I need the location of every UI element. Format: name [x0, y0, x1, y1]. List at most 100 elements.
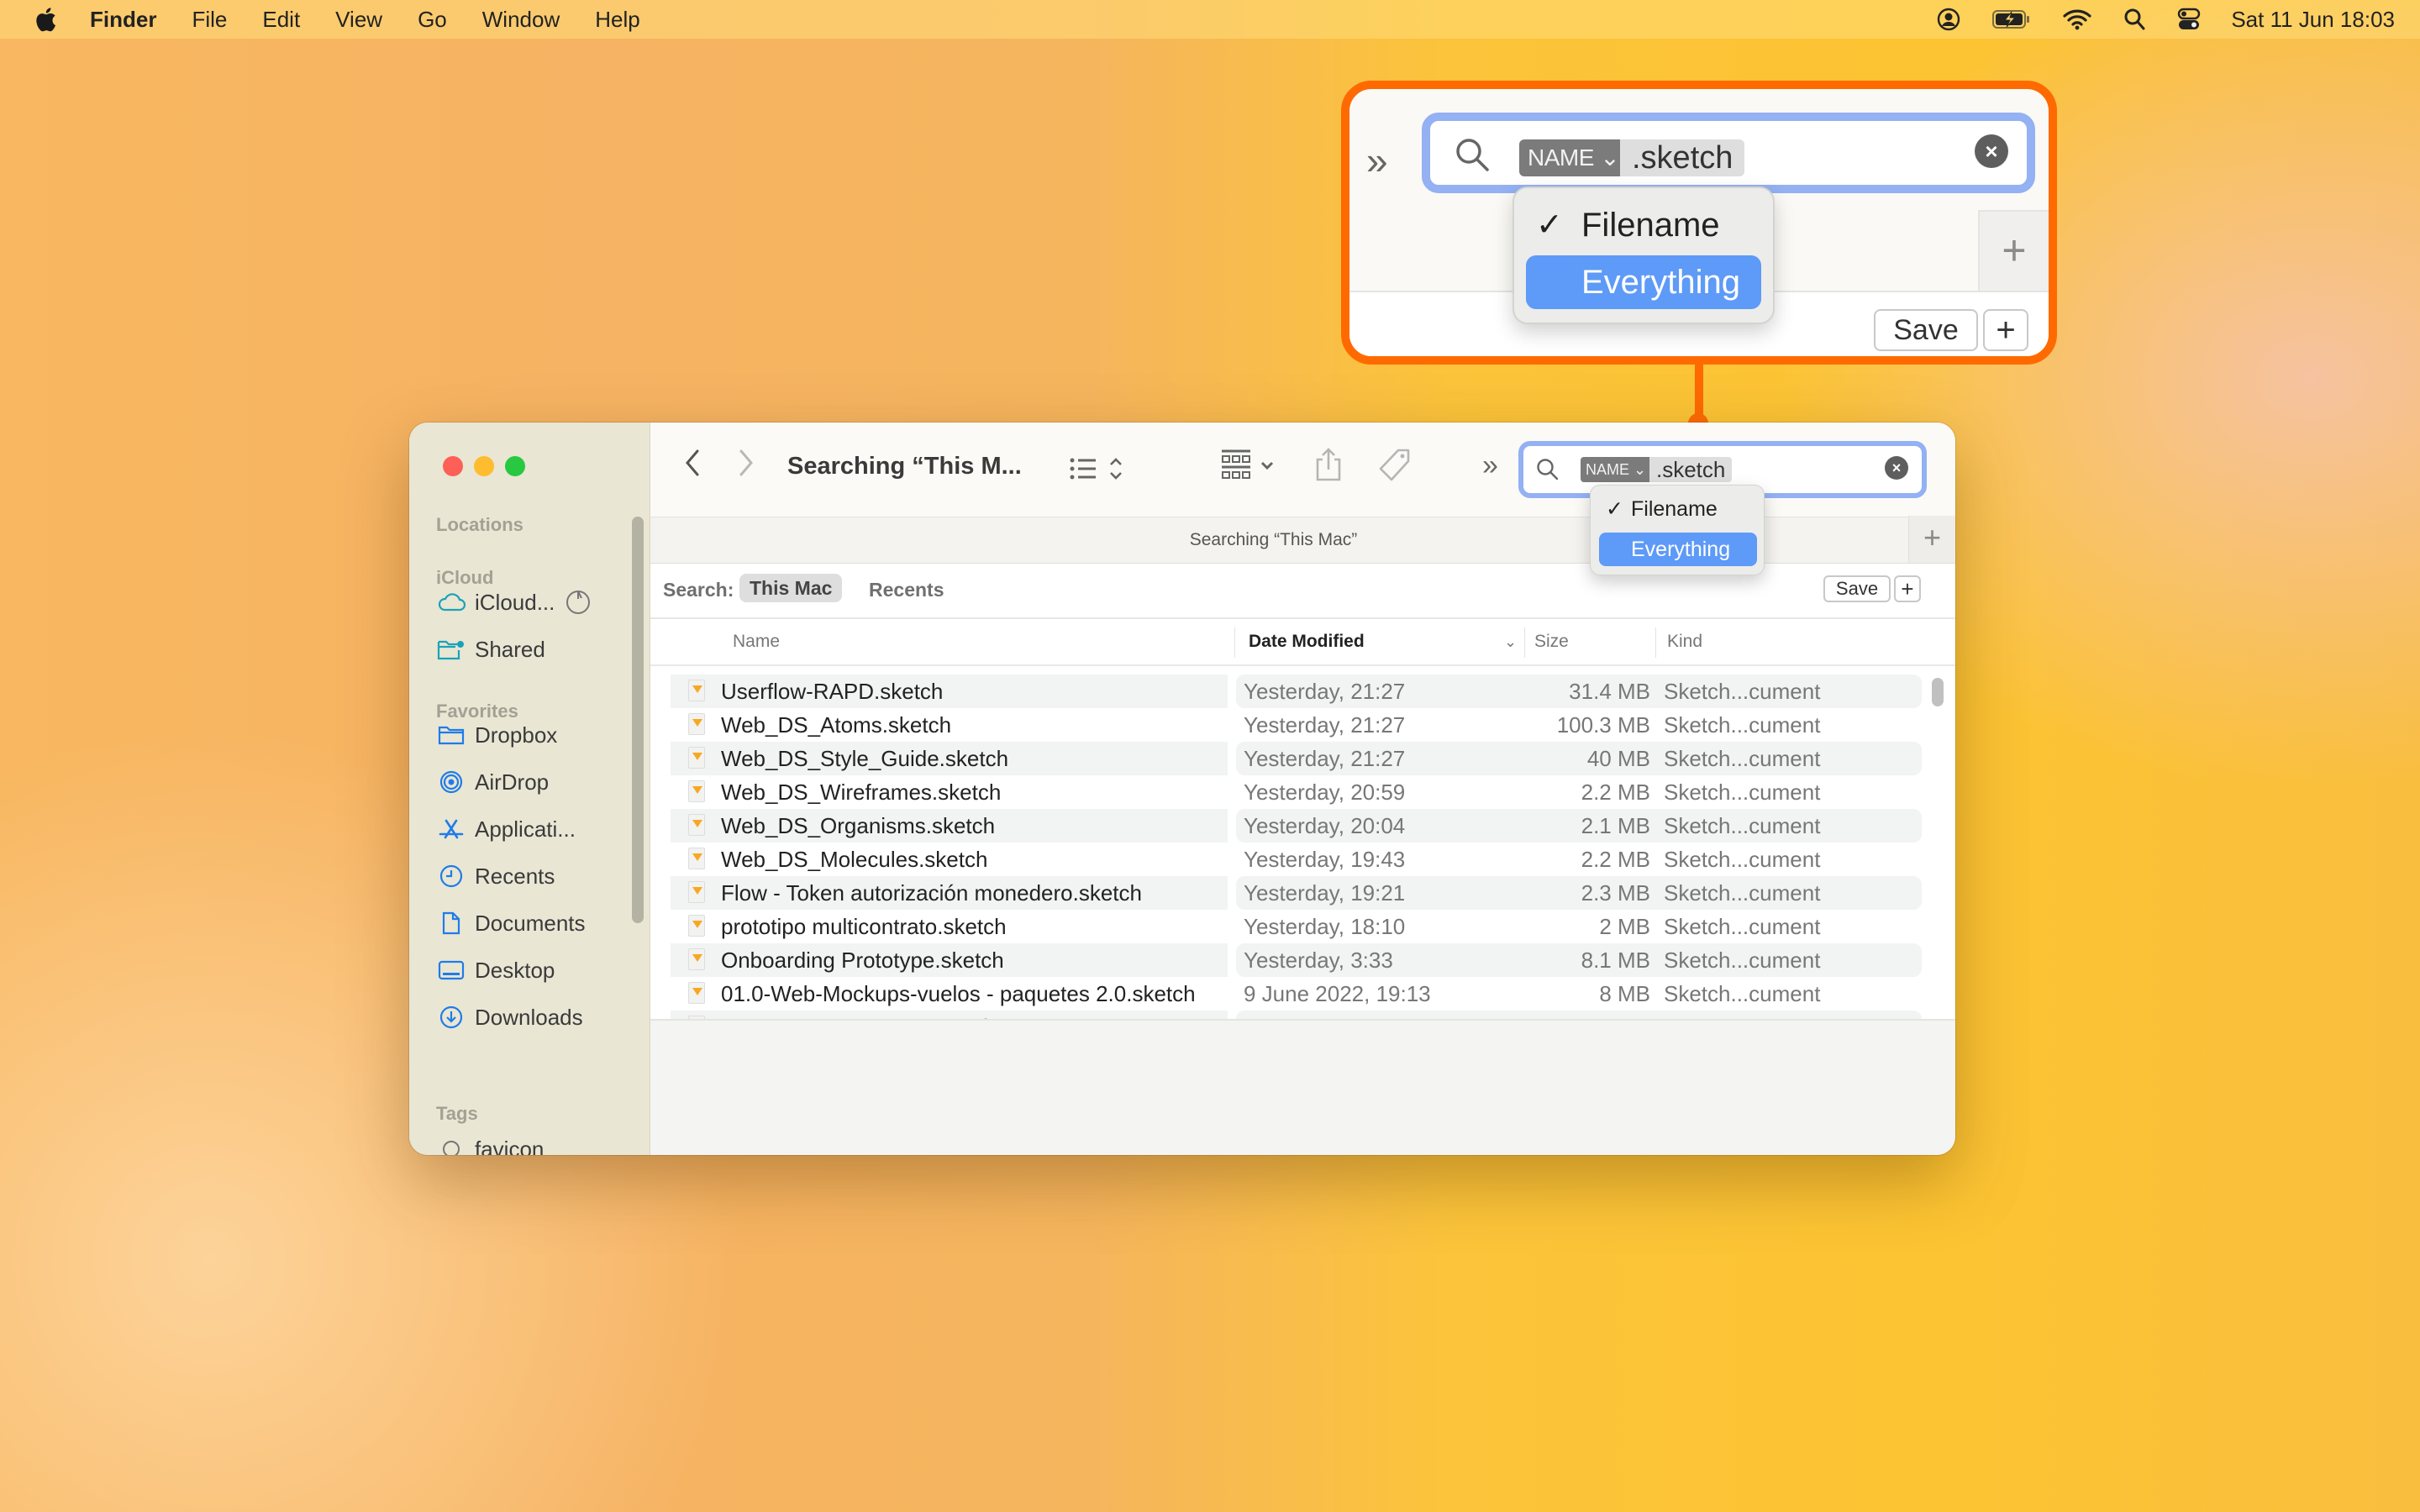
file-size: 100.3 MB	[1556, 712, 1650, 738]
tag-button[interactable]	[1378, 448, 1412, 487]
file-row[interactable]: Flow paquetes hotel específico.sketch 9 J…	[650, 1011, 1955, 1019]
file-kind: Sketch...cument	[1664, 981, 1821, 1006]
file-row[interactable]: prototipo multicontrato.sketch Yesterday,…	[650, 910, 1955, 943]
icloud-icon	[436, 590, 466, 615]
file-row[interactable]: Userflow-RAPD.sketch Yesterday, 21:27 31.4…	[650, 675, 1955, 708]
sketch-file-icon	[688, 848, 705, 869]
chevron-down-icon: ⌄	[1600, 144, 1620, 171]
menu-app-finder[interactable]: Finder	[90, 0, 156, 39]
scope-this-mac-button[interactable]: This Mac	[739, 574, 843, 602]
column-separator[interactable]	[1234, 627, 1235, 658]
clear-search-icon: ×	[1975, 134, 2008, 168]
callout-menu-option-filename: ✓ Filename	[1526, 198, 1761, 252]
callout-add-criteria-button: +	[1983, 309, 2028, 351]
spotlight-search-icon[interactable]	[2123, 8, 2145, 31]
checkmark-icon: ✓	[1536, 207, 1563, 243]
file-date-modified: Yesterday, 21:27	[1244, 746, 1406, 771]
sidebar-item-shared[interactable]: Shared	[436, 633, 629, 666]
control-center-icon[interactable]	[2177, 8, 2201, 31]
status-bar	[650, 1019, 1955, 1155]
file-name: Flow paquetes hotel específico.sketch	[721, 1011, 1090, 1019]
sidebar-item-dropbox[interactable]: Dropbox	[436, 718, 629, 752]
file-row[interactable]: Web_DS_Wireframes.sketch Yesterday, 20:59…	[650, 775, 1955, 809]
column-header-kind[interactable]: Kind	[1667, 619, 1702, 664]
user-account-icon[interactable]	[1937, 8, 1960, 31]
file-list: Userflow-RAPD.sketch Yesterday, 21:27 31.4…	[650, 666, 1955, 1019]
minimize-window-button[interactable]	[474, 456, 494, 476]
file-kind: Sketch...cument	[1664, 914, 1821, 939]
menu-option-filename[interactable]: ✓ Filename	[1599, 492, 1757, 526]
file-date-modified: 9 June 2022, 19:13	[1244, 981, 1431, 1006]
file-date-modified: Yesterday, 20:59	[1244, 780, 1406, 805]
file-row[interactable]: Onboarding Prototype.sketch Yesterday, 3:…	[650, 943, 1955, 977]
file-row[interactable]: Web_DS_Organisms.sketch Yesterday, 20:04 2…	[650, 809, 1955, 843]
sidebar-item-recents[interactable]: Recents	[436, 859, 629, 893]
toolbar-overflow-button[interactable]: »	[1482, 449, 1498, 482]
menu-edit[interactable]: Edit	[262, 0, 300, 39]
file-kind: Sketch...cument	[1664, 813, 1821, 838]
search-token-name-dropdown[interactable]: NAME ⌄	[1581, 457, 1652, 482]
sidebar-item-applications[interactable]: Applicati...	[436, 812, 629, 846]
file-list-scrollbar[interactable]	[1932, 678, 1944, 706]
menu-go[interactable]: Go	[418, 0, 447, 39]
share-button[interactable]	[1314, 446, 1343, 487]
menu-window[interactable]: Window	[482, 0, 560, 39]
new-tab-button[interactable]: +	[1908, 516, 1955, 563]
battery-charging-icon[interactable]	[1992, 9, 2031, 29]
group-by-button[interactable]	[1220, 449, 1282, 491]
column-separator[interactable]	[1524, 627, 1525, 658]
sidebar-item-desktop[interactable]: Desktop	[436, 953, 629, 987]
document-icon	[436, 911, 466, 936]
sidebar-item-tag-favicon[interactable]: favicon	[436, 1132, 629, 1155]
sidebar: Locations iCloud iCloud... Shared Favori…	[409, 423, 650, 1155]
column-header-date-modified[interactable]: Date Modified	[1249, 619, 1365, 664]
sketch-file-icon	[688, 948, 705, 970]
wifi-icon[interactable]	[2063, 8, 2091, 30]
sidebar-item-airdrop[interactable]: AirDrop	[436, 765, 629, 799]
forward-button[interactable]	[738, 448, 755, 486]
sidebar-section-tags[interactable]: Tags	[436, 1103, 478, 1125]
tag-circle-icon	[436, 1137, 466, 1155]
save-search-button[interactable]: Save	[1823, 575, 1891, 602]
file-kind: Sketch...cument	[1664, 1011, 1820, 1019]
window-title: Searching “This M...	[787, 453, 1022, 480]
menu-help[interactable]: Help	[595, 0, 639, 39]
menu-view[interactable]: View	[335, 0, 382, 39]
file-row[interactable]: 01.0-Web-Mockups-vuelos - paquetes 2.0.s…	[650, 977, 1955, 1011]
column-header-size[interactable]: Size	[1534, 619, 1569, 664]
menubar-clock[interactable]: Sat 11 Jun 18:03	[2231, 7, 2395, 33]
sidebar-item-documents[interactable]: Documents	[436, 906, 629, 940]
file-name: Web_DS_Organisms.sketch	[721, 813, 996, 838]
close-window-button[interactable]	[443, 456, 463, 476]
file-row[interactable]: Flow - Token autorización monedero.sketc…	[650, 876, 1955, 910]
search-scope-label: Search:	[663, 579, 734, 601]
apple-logo-icon[interactable]	[32, 5, 57, 34]
file-row[interactable]: Web_DS_Molecules.sketch Yesterday, 19:43 2…	[650, 843, 1955, 876]
sidebar-item-icloud-drive[interactable]: iCloud...	[436, 585, 629, 619]
column-separator[interactable]	[1655, 627, 1656, 658]
menu-option-everything[interactable]: Everything	[1599, 533, 1757, 566]
menu-file[interactable]: File	[192, 0, 227, 39]
file-name: prototipo multicontrato.sketch	[721, 914, 1007, 939]
clear-search-button[interactable]: ×	[1885, 456, 1908, 480]
column-header-name[interactable]: Name	[733, 619, 780, 664]
sidebar-section-locations[interactable]: Locations	[436, 514, 523, 536]
search-token-value[interactable]: .sketch	[1649, 457, 1733, 482]
file-row[interactable]: Web_DS_Style_Guide.sketch Yesterday, 21:2…	[650, 742, 1955, 775]
zoom-window-button[interactable]	[505, 456, 525, 476]
list-view-button[interactable]	[1069, 454, 1128, 487]
sketch-file-icon	[688, 780, 705, 802]
file-row[interactable]: Web_DS_Atoms.sketch Yesterday, 21:27 100.3…	[650, 708, 1955, 742]
sidebar-item-downloads[interactable]: Downloads	[436, 1000, 629, 1034]
file-date-modified: 9 June 2022, 18:06	[1244, 1011, 1431, 1019]
sidebar-scrollbar[interactable]	[632, 517, 644, 923]
add-search-criteria-button[interactable]: +	[1894, 575, 1921, 602]
file-size: 40 MB	[1586, 746, 1650, 771]
file-name: Onboarding Prototype.sketch	[721, 948, 1004, 973]
menu-bar: Finder File Edit View Go Window Help Sat…	[0, 0, 2420, 39]
scope-recents-button[interactable]: Recents	[869, 579, 944, 601]
file-name: Flow - Token autorización monedero.sketc…	[721, 880, 1142, 906]
back-button[interactable]	[684, 448, 701, 486]
file-kind: Sketch...cument	[1664, 880, 1821, 906]
sketch-file-icon	[688, 680, 705, 701]
